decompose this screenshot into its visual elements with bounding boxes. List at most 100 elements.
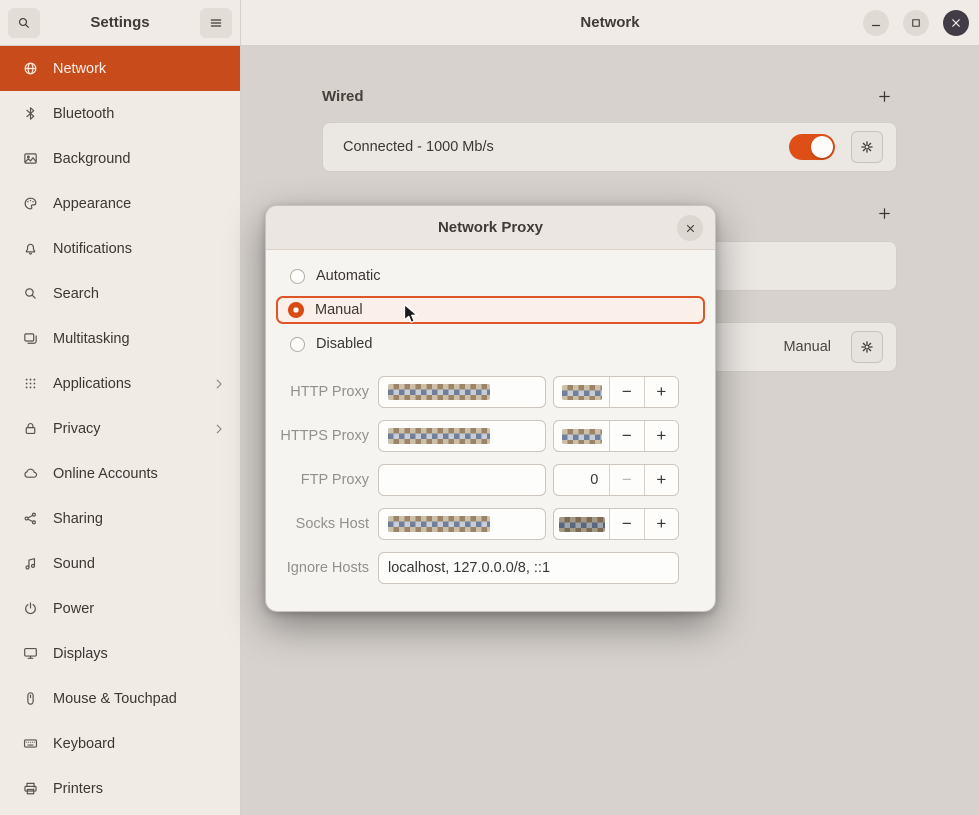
ignore-hosts-input[interactable]: localhost, 127.0.0.0/8, ::1 <box>378 552 679 584</box>
privacy-icon <box>22 420 39 437</box>
sidebar-item-sharing[interactable]: Sharing <box>0 496 240 541</box>
http-proxy-port-spinner: − + <box>553 376 679 408</box>
ftp-proxy-host-input[interactable] <box>378 464 546 496</box>
sidebar-item-printers[interactable]: Printers <box>0 766 240 811</box>
close-icon <box>685 223 696 234</box>
search-button[interactable] <box>8 8 40 38</box>
sidebar-item-label: Multitasking <box>53 331 226 347</box>
port-decrement-button[interactable]: − <box>609 509 643 539</box>
minimize-icon <box>870 17 882 29</box>
sidebar-item-keyboard[interactable]: Keyboard <box>0 721 240 766</box>
add-vpn-button[interactable] <box>871 200 897 226</box>
proxy-mode-automatic[interactable]: Automatic <box>276 262 705 290</box>
sidebar-item-bluetooth[interactable]: Bluetooth <box>0 91 240 136</box>
https-proxy-row: HTTPS Proxy − + <box>266 420 715 452</box>
sidebar-item-label: Displays <box>53 646 226 662</box>
search-icon <box>16 15 32 31</box>
minimize-button[interactable] <box>863 10 889 36</box>
wired-settings-button[interactable] <box>851 131 883 163</box>
sidebar-item-privacy[interactable]: Privacy <box>0 406 240 451</box>
sidebar-item-multitasking[interactable]: Multitasking <box>0 316 240 361</box>
https-proxy-port-spinner: − + <box>553 420 679 452</box>
ftp-proxy-port-input[interactable]: 0 <box>554 465 609 495</box>
https-proxy-host-input[interactable] <box>378 420 546 452</box>
chevron-right-icon <box>212 377 226 391</box>
http-proxy-host-input[interactable] <box>378 376 546 408</box>
close-window-button[interactable] <box>943 10 969 36</box>
sidebar-item-mouse-touchpad[interactable]: Mouse & Touchpad <box>0 676 240 721</box>
close-icon <box>950 17 962 29</box>
applications-icon <box>22 375 39 392</box>
add-wired-connection-button[interactable] <box>871 83 897 109</box>
sidebar-item-label: Keyboard <box>53 736 226 752</box>
port-increment-button[interactable]: + <box>644 509 678 539</box>
mouse-icon <box>22 690 39 707</box>
sidebar-item-label: Appearance <box>53 196 226 212</box>
proxy-settings-button[interactable] <box>851 331 883 363</box>
sidebar-item-label: Applications <box>53 376 198 392</box>
sidebar-item-label: Sharing <box>53 511 226 527</box>
wired-toggle[interactable] <box>789 134 835 160</box>
radio-label: Manual <box>315 302 363 318</box>
port-increment-button[interactable]: + <box>644 377 678 407</box>
sidebar-item-online-accounts[interactable]: Online Accounts <box>0 451 240 496</box>
hamburger-icon <box>208 15 224 31</box>
sidebar-headerbar: Settings <box>0 0 241 46</box>
wired-connection-status: Connected - 1000 Mb/s <box>343 139 494 155</box>
proxy-mode-manual[interactable]: Manual <box>276 296 705 324</box>
port-decrement-button[interactable]: − <box>609 421 643 451</box>
printers-icon <box>22 780 39 797</box>
sidebar-item-notifications[interactable]: Notifications <box>0 226 240 271</box>
keyboard-icon <box>22 735 39 752</box>
sidebar-item-appearance[interactable]: Appearance <box>0 181 240 226</box>
redacted-host-value <box>388 516 490 532</box>
sidebar-item-displays[interactable]: Displays <box>0 631 240 676</box>
appearance-icon <box>22 195 39 212</box>
sidebar-item-network[interactable]: Network <box>0 46 240 91</box>
port-decrement-button[interactable]: − <box>609 377 643 407</box>
plus-icon <box>877 206 892 221</box>
socks-port-input[interactable] <box>554 509 609 539</box>
sidebar-item-label: Power <box>53 601 226 617</box>
sidebar-item-applications[interactable]: Applications <box>0 361 240 406</box>
sidebar-item-label: Bluetooth <box>53 106 226 122</box>
sidebar-item-label: Printers <box>53 781 226 797</box>
sidebar-item-label: Notifications <box>53 241 226 257</box>
redacted-port-value <box>562 385 602 400</box>
proxy-mode-disabled[interactable]: Disabled <box>276 330 705 358</box>
sidebar-item-label: Sound <box>53 556 226 572</box>
port-decrement-button[interactable]: − <box>609 465 643 495</box>
proxy-form: HTTP Proxy − + HTTPS Proxy − <box>266 376 715 596</box>
sidebar-item-power[interactable]: Power <box>0 586 240 631</box>
displays-icon <box>22 645 39 662</box>
sidebar-item-sound[interactable]: Sound <box>0 541 240 586</box>
dialog-title: Network Proxy <box>438 219 543 236</box>
sidebar-item-search[interactable]: Search <box>0 271 240 316</box>
port-increment-button[interactable]: + <box>644 421 678 451</box>
window-controls <box>863 10 969 36</box>
plus-icon <box>877 89 892 104</box>
sidebar-item-label: Privacy <box>53 421 198 437</box>
dialog-close-button[interactable] <box>677 215 703 241</box>
sidebar-item-label: Background <box>53 151 226 167</box>
maximize-button[interactable] <box>903 10 929 36</box>
ignore-hosts-value: localhost, 127.0.0.0/8, ::1 <box>388 560 550 576</box>
sidebar: Network Bluetooth Background Appearance Noti… <box>0 46 241 815</box>
menu-button[interactable] <box>200 8 232 38</box>
chevron-right-icon <box>212 422 226 436</box>
socks-host-input[interactable] <box>378 508 546 540</box>
dialog-header: Network Proxy <box>266 206 715 250</box>
sidebar-item-background[interactable]: Background <box>0 136 240 181</box>
online-accounts-icon <box>22 465 39 482</box>
proxy-mode-value: Manual <box>783 339 831 355</box>
socks-host-label: Socks Host <box>266 516 378 532</box>
toggle-knob <box>811 136 833 158</box>
port-increment-button[interactable]: + <box>644 465 678 495</box>
ftp-proxy-row: FTP Proxy 0 − + <box>266 464 715 496</box>
https-proxy-port-input[interactable] <box>554 421 609 451</box>
power-icon <box>22 600 39 617</box>
network-icon <box>22 60 39 77</box>
wired-connection-row[interactable]: Connected - 1000 Mb/s <box>322 122 897 172</box>
http-proxy-port-input[interactable] <box>554 377 609 407</box>
gear-icon <box>859 339 875 355</box>
